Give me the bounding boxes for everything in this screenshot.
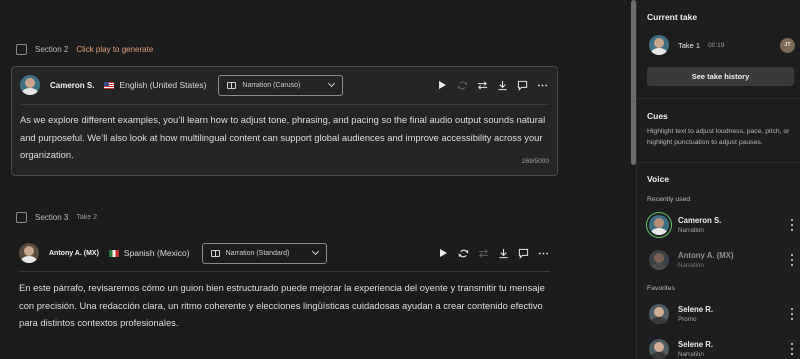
regenerate-button[interactable] [453, 245, 473, 261]
regenerate-icon [458, 249, 468, 257]
speaker-name[interactable]: Cameron S. [50, 81, 94, 90]
play-button[interactable] [432, 77, 452, 93]
properties-panel: Current take Take 1 00:19 JT See take hi… [637, 0, 800, 359]
card-header: Cameron S. English (United States) Narra… [20, 73, 344, 97]
chevron-down-icon [311, 247, 319, 256]
voice-style-value: Narration (Standard) [225, 249, 290, 257]
regenerate-button[interactable] [452, 77, 472, 93]
comment-button[interactable] [512, 77, 532, 93]
more-options-button[interactable] [533, 245, 553, 261]
voice-name: Antony A. (MX) [678, 251, 734, 260]
voice-style: Narration [678, 227, 704, 234]
card-header: Antony A. (MX) Spanish (Mexico) Narratio… [19, 241, 327, 265]
panel-divider [637, 98, 800, 99]
character-count: 269/5000 [521, 158, 549, 165]
book-icon [227, 81, 237, 89]
current-take-title: Current take [647, 12, 698, 22]
voice-option[interactable]: Selene R. Promo [649, 301, 795, 327]
voice-name: Cameron S. [678, 216, 722, 225]
more-vertical-icon[interactable] [789, 342, 795, 356]
play-icon [439, 81, 446, 89]
ellipsis-icon [538, 252, 548, 254]
speaker-avatar [19, 243, 39, 263]
comment-button[interactable] [513, 245, 533, 261]
recently-used-label: Recently used [647, 196, 691, 203]
voice-title: Voice [647, 174, 670, 184]
section-3-header: Section 3 Take 2 [16, 210, 97, 224]
download-icon [497, 80, 507, 90]
chevron-down-icon [328, 79, 336, 88]
cues-title: Cues [647, 111, 668, 121]
current-take-row[interactable]: Take 1 00:19 JT [649, 35, 795, 55]
card-divider [20, 104, 549, 105]
section-3-title: Section 3 [35, 212, 69, 222]
comment-icon [517, 80, 527, 91]
user-avatar: JT [780, 37, 795, 53]
play-button[interactable] [433, 245, 453, 261]
section-2-title: Section 2 [35, 44, 69, 54]
swap-button[interactable] [473, 245, 493, 261]
voice-style: Narration [678, 351, 704, 358]
more-vertical-icon[interactable] [789, 253, 795, 267]
script-editor: Section 2 Click play to generate Cameron… [0, 0, 630, 359]
panel-divider [637, 162, 800, 163]
favorites-label: Favorites [647, 285, 675, 292]
us-flag-icon [104, 81, 115, 89]
script-text[interactable]: As we explore different examples, you’ll… [20, 111, 547, 164]
play-icon [440, 249, 447, 257]
voice-avatar [649, 304, 669, 324]
click-play-hint[interactable]: Click play to generate [76, 45, 153, 54]
section-3-card[interactable]: Antony A. (MX) Spanish (Mexico) Narratio… [11, 237, 558, 359]
voice-name: Selene R. [678, 305, 714, 314]
download-button[interactable] [492, 77, 512, 93]
swap-icon [478, 248, 488, 258]
see-take-history-button[interactable]: See take history [647, 67, 794, 86]
speaker-name[interactable]: Antony A. (MX) [49, 250, 99, 257]
voice-style-select[interactable]: Narration (Caruso) [218, 74, 344, 96]
ellipsis-icon [537, 84, 547, 86]
section-3-take-label: Take 2 [76, 213, 97, 221]
section-2-checkbox[interactable] [16, 43, 27, 55]
card-toolbar [432, 77, 552, 93]
swap-icon [477, 80, 487, 90]
card-toolbar [433, 245, 553, 261]
voice-avatar [649, 250, 669, 270]
regenerate-icon [457, 81, 467, 89]
card-divider [19, 271, 550, 272]
speaker-avatar [20, 75, 40, 95]
voice-option[interactable]: Cameron S. Narration [649, 212, 795, 238]
section-2-header: Section 2 Click play to generate [16, 42, 153, 56]
more-options-button[interactable] [532, 77, 552, 93]
comment-icon [518, 248, 528, 259]
voice-avatar [649, 339, 669, 359]
take-avatar [649, 35, 669, 55]
cues-description: Highlight text to adjust loudness, pace,… [647, 128, 790, 146]
section-3-checkbox[interactable] [16, 211, 27, 223]
mx-flag-icon [108, 249, 119, 257]
script-text[interactable]: En este párrafo, revisaremos cómo un gui… [19, 279, 548, 332]
more-vertical-icon[interactable] [789, 218, 795, 232]
voice-style: Narration [678, 262, 704, 269]
voice-style-select[interactable]: Narration (Standard) [201, 242, 327, 264]
swap-button[interactable] [472, 77, 492, 93]
language-label: Spanish (Mexico) [123, 248, 190, 258]
voice-avatar [649, 215, 669, 235]
download-icon [498, 248, 508, 258]
voice-name: Selene R. [678, 340, 714, 349]
download-button[interactable] [493, 245, 513, 261]
section-2-card[interactable]: Cameron S. English (United States) Narra… [11, 66, 558, 176]
take-label: Take 1 [678, 40, 701, 50]
voice-style: Promo [678, 316, 697, 323]
language-label: English (United States) [119, 80, 207, 90]
book-icon [210, 249, 220, 257]
voice-option[interactable]: Antony A. (MX) Narration [649, 247, 795, 273]
more-vertical-icon[interactable] [789, 307, 795, 321]
voice-option[interactable]: Selene R. Narration [649, 336, 795, 359]
take-duration: 00:19 [708, 41, 725, 49]
voice-style-value: Narration (Caruso) [242, 81, 301, 89]
